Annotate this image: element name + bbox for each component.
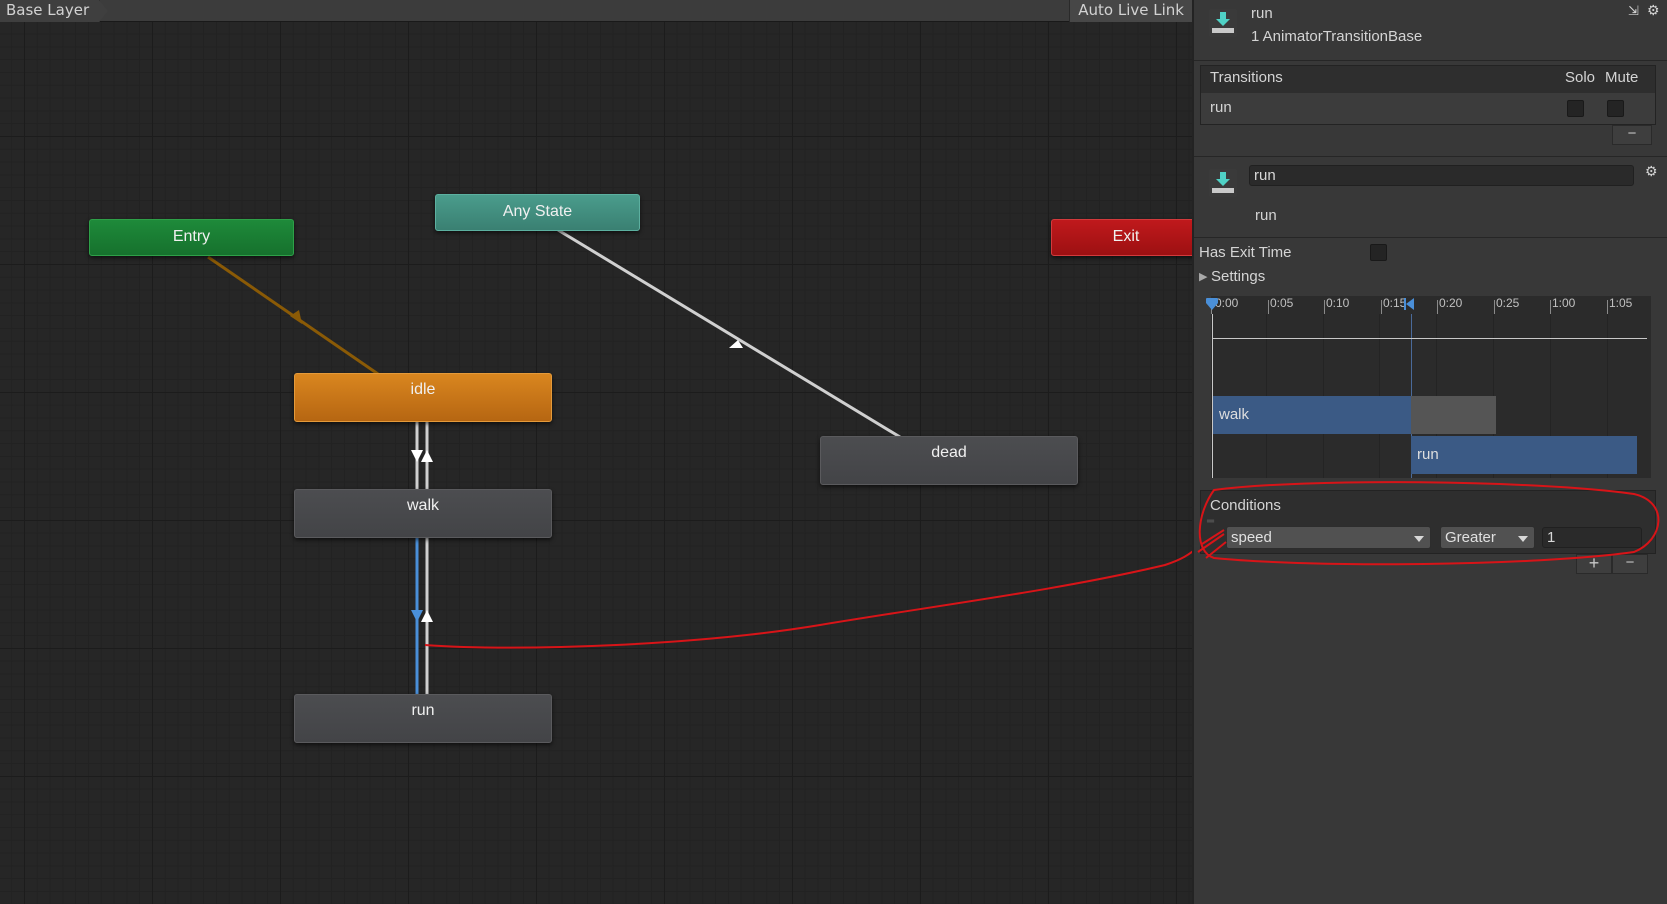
pin-icon[interactable]: ⇲: [1628, 3, 1639, 19]
transition-icon: [1209, 9, 1237, 37]
timeline-start-marker-icon[interactable]: [1205, 297, 1219, 311]
timeline-tick: [1324, 300, 1325, 314]
node-exit[interactable]: Exit: [1051, 219, 1192, 256]
inspector-title: run: [1251, 5, 1273, 22]
timeline-tick: [1381, 300, 1382, 314]
breadcrumb-base-layer[interactable]: Base Layer: [0, 0, 109, 22]
node-dead[interactable]: dead: [820, 436, 1078, 485]
node-entry[interactable]: Entry: [89, 219, 294, 256]
solo-checkbox[interactable]: [1567, 100, 1584, 117]
settings-gear-icon[interactable]: ⚙: [1647, 2, 1660, 19]
timeline-clip-run[interactable]: run: [1411, 436, 1637, 474]
timeline-tick-label: 0:05: [1270, 296, 1294, 310]
transition-arrow-walk-idle: [421, 450, 433, 462]
inspector-subtitle: 1 AnimatorTransitionBase: [1251, 28, 1423, 45]
timeline-tick-label: 1:00: [1552, 296, 1576, 310]
timeline-clip-walk[interactable]: walk: [1213, 396, 1411, 434]
divider: [1194, 60, 1667, 61]
annotation-circle: [1197, 481, 1660, 566]
transition-arrow-run-walk: [421, 610, 433, 622]
timeline-tick: [1550, 300, 1551, 314]
mute-checkbox[interactable]: [1607, 100, 1624, 117]
transition-arrow-entry-idle: [290, 310, 302, 324]
transition-arrow-walk-run: [411, 610, 423, 622]
auto-live-link-button[interactable]: Auto Live Link: [1069, 0, 1192, 22]
node-run[interactable]: run: [294, 694, 552, 743]
timeline-tick-label: 0:25: [1496, 296, 1520, 310]
transition-timeline[interactable]: 0:00 0:05 0:10 0:15 0:20 0:25 1:00 1:05 …: [1206, 296, 1651, 478]
graph-toolbar: Base Layer Auto Live Link: [0, 0, 1192, 22]
has-exit-time-checkbox[interactable]: [1370, 244, 1387, 261]
timeline-end-marker-icon[interactable]: [1402, 297, 1416, 311]
timeline-tick-label: 0:10: [1326, 296, 1350, 310]
transition-item-label: run: [1210, 99, 1232, 116]
transitions-list: Transitions Solo Mute run: [1200, 65, 1656, 125]
transition-icon: [1209, 169, 1237, 197]
has-exit-time-label: Has Exit Time: [1199, 244, 1292, 261]
node-walk[interactable]: walk: [294, 489, 552, 538]
timeline-curve-line: [1213, 338, 1647, 339]
timeline-clip-walk-tail: [1411, 396, 1496, 434]
divider: [1194, 237, 1667, 238]
transition-list-item[interactable]: run: [1201, 93, 1655, 124]
timeline-tick: [1268, 300, 1269, 314]
transition-name-input[interactable]: run: [1249, 165, 1634, 186]
timeline-tick: [1437, 300, 1438, 314]
node-idle[interactable]: idle: [294, 373, 552, 422]
timeline-tick-label: 1:05: [1609, 296, 1633, 310]
node-any-state[interactable]: Any State: [435, 194, 640, 231]
divider: [1194, 156, 1667, 157]
solo-header: Solo: [1565, 69, 1596, 86]
remove-transition-button[interactable]: −: [1612, 125, 1652, 145]
settings-foldout-arrow-icon[interactable]: ▶: [1199, 270, 1207, 283]
transition-settings-gear-icon[interactable]: ⚙: [1645, 163, 1658, 180]
inspector-panel: run 1 AnimatorTransitionBase ⇲ ⚙ Transit…: [1192, 0, 1667, 904]
timeline-tick-label: 0:20: [1439, 296, 1463, 310]
transition-label: run: [1255, 207, 1277, 224]
transitions-header: Transitions: [1210, 69, 1283, 86]
timeline-tick: [1607, 300, 1608, 314]
annotation-arrow-stroke: [424, 550, 1192, 649]
timeline-tick: [1494, 300, 1495, 314]
mute-header: Mute: [1605, 69, 1639, 86]
transition-any-dead[interactable]: [557, 228, 901, 439]
transition-arrow-idle-walk: [411, 450, 423, 462]
animator-graph[interactable]: Entry Any State Exit idle walk run dead …: [0, 0, 1192, 904]
settings-foldout-label[interactable]: Settings: [1211, 268, 1265, 285]
